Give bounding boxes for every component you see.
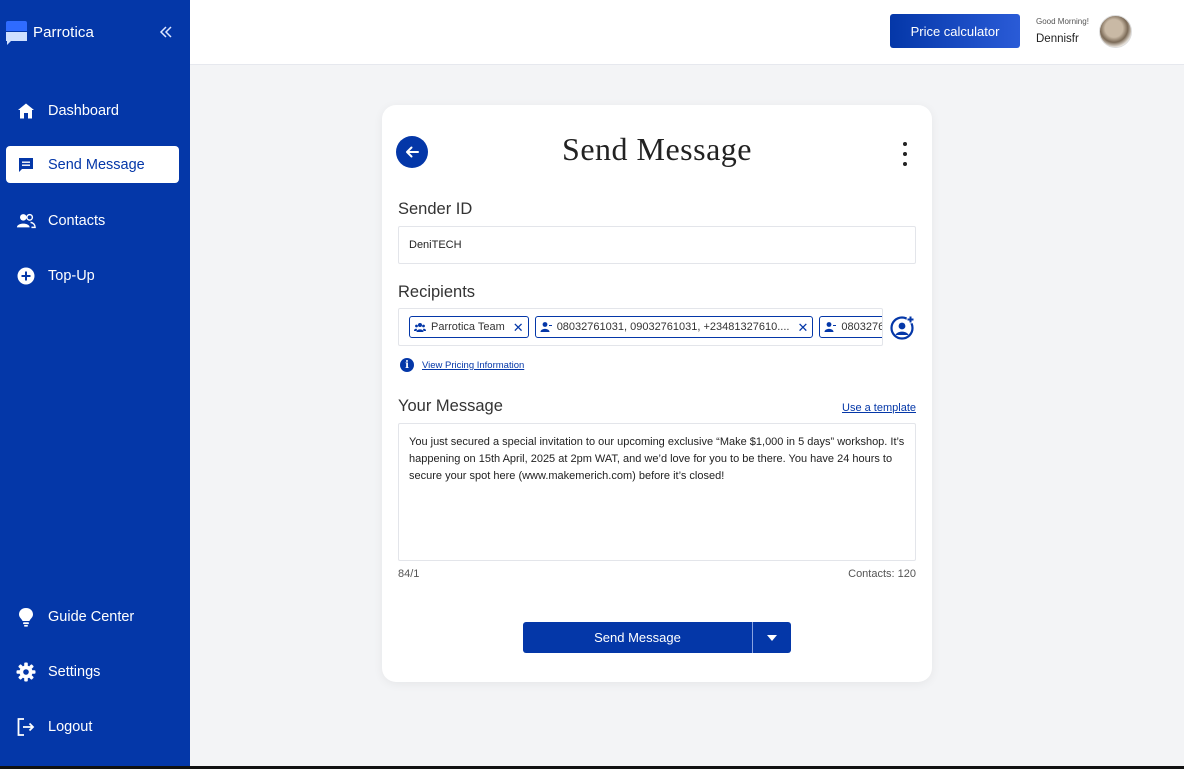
add-contact-icon[interactable]: [890, 315, 915, 340]
price-calculator-button[interactable]: Price calculator: [890, 14, 1020, 48]
greeting-text: Good Morning!: [1036, 17, 1089, 26]
recipient-chip[interactable]: Parrotica Team ✕: [409, 316, 529, 338]
send-button-group: Send Message: [523, 622, 791, 653]
sidebar-item-label: Logout: [48, 718, 93, 735]
sidebar-item-send-message[interactable]: Send Message: [6, 146, 179, 183]
recipients-label: Recipients: [398, 283, 476, 301]
group-icon: [414, 321, 426, 333]
info-icon: i: [400, 358, 414, 372]
view-pricing-link[interactable]: View Pricing Information: [422, 360, 524, 371]
close-icon[interactable]: ✕: [513, 321, 524, 334]
contacts-count: Contacts: 120: [848, 568, 916, 580]
contact-icon: [540, 321, 552, 333]
username: Dennisfr: [1036, 33, 1079, 45]
sidebar-item-label: Dashboard: [48, 102, 119, 119]
sidebar-item-guide-center[interactable]: Guide Center: [6, 598, 179, 635]
lightbulb-icon: [16, 607, 36, 627]
pricing-info-row: i View Pricing Information: [400, 358, 524, 372]
sidebar-item-label: Send Message: [48, 156, 145, 173]
caret-down-icon: [767, 634, 777, 641]
sidebar-item-label: Contacts: [48, 212, 106, 229]
recipient-chip-label: Parrotica Team: [431, 321, 505, 333]
sidebar-item-contacts[interactable]: Contacts: [6, 202, 179, 239]
character-counter: 84/1: [398, 568, 420, 580]
avatar[interactable]: [1099, 15, 1132, 48]
contacts-icon: [16, 211, 36, 231]
sidebar-item-settings[interactable]: Settings: [6, 653, 179, 690]
sidebar-item-label: Top-Up: [48, 267, 95, 284]
message-label: Your Message: [398, 397, 503, 415]
sidebar-item-logout[interactable]: Logout: [6, 708, 179, 745]
gear-icon: [16, 662, 36, 682]
sender-id-value: DeniTECH: [409, 239, 462, 251]
home-icon: [16, 101, 36, 121]
double-chevron-left-icon[interactable]: [158, 24, 176, 40]
send-options-dropdown[interactable]: [753, 622, 791, 653]
page-title: Send Message: [562, 131, 752, 167]
recipient-chip[interactable]: 08032761031, 09032761031, +23481327610..…: [534, 316, 814, 338]
contact-icon: [824, 321, 837, 333]
sender-id-field[interactable]: DeniTECH: [398, 226, 916, 264]
more-options-icon[interactable]: [900, 142, 910, 166]
plus-circle-icon: [16, 266, 36, 286]
message-textarea[interactable]: You just secured a special invitation to…: [398, 423, 916, 561]
brand[interactable]: Parrotica: [6, 18, 94, 46]
sidebar-item-dashboard[interactable]: Dashboard: [6, 92, 179, 129]
sidebar-item-label: Guide Center: [48, 608, 135, 625]
close-icon[interactable]: ✕: [797, 321, 808, 334]
top-header: Price calculator Good Morning! Dennisfr: [190, 0, 1184, 65]
logout-icon: [16, 717, 36, 737]
send-message-card: Send Message Sender ID DeniTECH Recipien…: [382, 105, 932, 682]
send-message-button[interactable]: Send Message: [523, 622, 753, 653]
sidebar: Parrotica Dashboard Send Message Contact…: [0, 0, 190, 769]
sidebar-item-label: Settings: [48, 663, 101, 680]
brand-name: Parrotica: [33, 23, 94, 41]
message-icon: [16, 155, 36, 175]
recipients-field[interactable]: Parrotica Team ✕ 08032761031, 0903276103…: [398, 308, 883, 346]
recipient-chip[interactable]: 08032761031... ✕: [819, 316, 883, 338]
recipient-chip-label: 08032761031...: [841, 321, 883, 333]
sidebar-item-top-up[interactable]: Top-Up: [6, 257, 179, 294]
parrotica-logo-icon: [6, 19, 28, 45]
use-template-link[interactable]: Use a template: [842, 402, 916, 414]
sender-id-label: Sender ID: [398, 200, 473, 218]
recipient-chip-label: 08032761031, 09032761031, +23481327610..…: [556, 321, 790, 333]
